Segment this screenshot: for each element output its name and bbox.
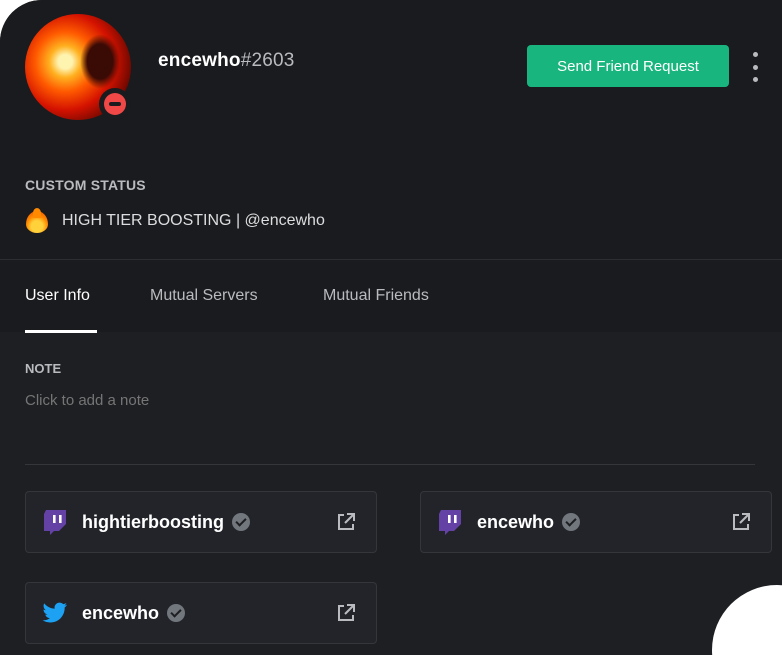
custom-status-title: CUSTOM STATUS: [25, 177, 146, 193]
more-dot-icon: [752, 64, 758, 70]
send-friend-request-button[interactable]: Send Friend Request: [527, 45, 729, 87]
verified-check-icon: [167, 604, 186, 622]
do-not-disturb-icon: [104, 93, 126, 115]
avatar[interactable]: [25, 14, 131, 120]
external-link-icon[interactable]: [336, 603, 356, 623]
connection-twitter-encewho[interactable]: encewho: [25, 582, 377, 644]
twitch-icon: [437, 509, 463, 535]
custom-status: HIGH TIER BOOSTING | @encewho: [25, 207, 325, 235]
status-indicator: [99, 88, 131, 120]
username: encewho: [158, 50, 241, 71]
connection-name: encewho: [477, 511, 555, 532]
more-options-button[interactable]: [744, 52, 766, 82]
external-link-icon[interactable]: [336, 512, 356, 532]
tab-mutual-friends[interactable]: Mutual Friends: [323, 287, 429, 305]
profile-header: encewho#2603 Send Friend Request CUSTOM …: [0, 0, 782, 333]
verified-check-icon: [231, 513, 250, 531]
more-dot-icon: [752, 52, 758, 57]
user-profile-modal: encewho#2603 Send Friend Request CUSTOM …: [0, 0, 782, 655]
twitter-icon: [42, 600, 68, 626]
discriminator: #2603: [240, 50, 295, 71]
divider: [0, 259, 782, 260]
twitch-icon: [42, 509, 68, 535]
custom-status-text: HIGH TIER BOOSTING | @encewho: [62, 212, 325, 229]
fire-icon: [25, 208, 49, 234]
tab-user-info[interactable]: User Info: [25, 287, 90, 305]
note-title: NOTE: [25, 361, 62, 376]
connection-name: hightierboosting: [82, 511, 224, 532]
username-tag: encewho#2603: [158, 50, 295, 72]
more-dot-icon: [752, 77, 758, 82]
note-input[interactable]: [25, 392, 425, 409]
divider: [25, 464, 755, 465]
verified-check-icon: [562, 513, 581, 531]
tab-mutual-servers[interactable]: Mutual Servers: [150, 287, 258, 305]
active-tab-indicator: [25, 330, 97, 333]
connection-twitch-encewho[interactable]: encewho: [420, 491, 772, 553]
external-link-icon[interactable]: [731, 512, 751, 532]
connection-name: encewho: [82, 602, 160, 623]
connection-twitch-hightierboosting[interactable]: hightierboosting: [25, 491, 377, 553]
